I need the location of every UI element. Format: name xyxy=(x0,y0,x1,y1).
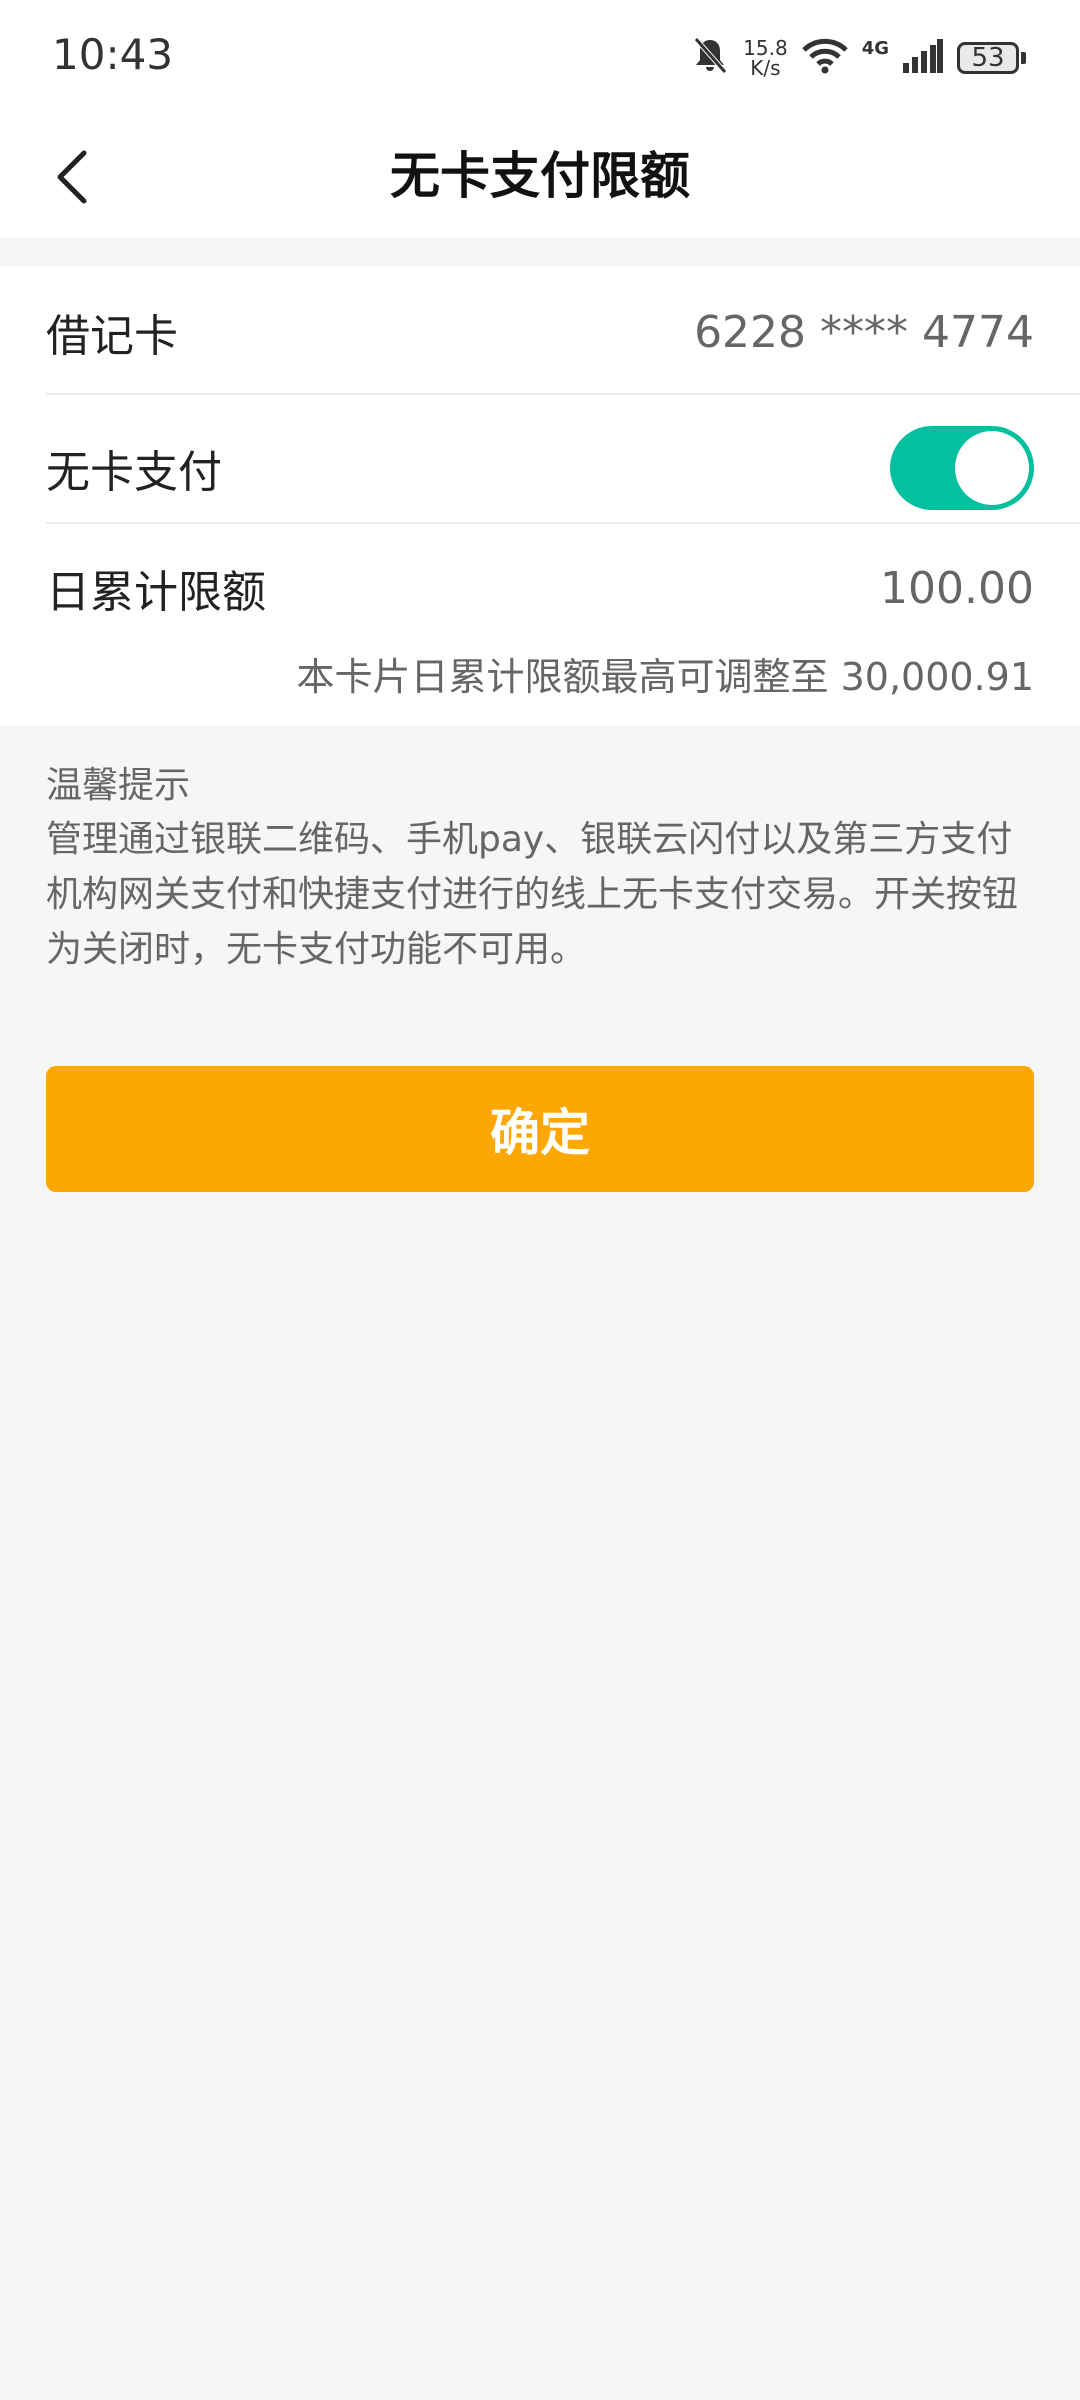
battery-level: 53 xyxy=(957,42,1019,74)
debit-card-row: 借记卡 6228 **** 4774 xyxy=(46,292,1034,372)
status-time: 10:43 xyxy=(52,30,174,79)
divider xyxy=(46,393,1080,395)
signal-icon xyxy=(903,39,943,77)
battery-icon: 53 xyxy=(957,42,1026,74)
status-icons: 15.8 K/s 4G 53 xyxy=(691,34,1026,82)
cardless-pay-label: 无卡支付 xyxy=(46,447,222,498)
net-speed: 15.8 K/s xyxy=(743,36,788,80)
nav-bar: 无卡支付限额 xyxy=(0,116,1080,238)
net-type: 4G xyxy=(861,38,889,59)
divider xyxy=(46,522,1080,524)
cardless-pay-toggle[interactable] xyxy=(890,426,1034,510)
daily-limit-row[interactable]: 日累计限额 100.00 xyxy=(46,548,1034,628)
tips-title: 温馨提示 xyxy=(46,765,191,806)
page-title: 无卡支付限额 xyxy=(390,147,690,205)
toggle-knob xyxy=(955,431,1029,505)
tips-text: 管理通过银联二维码、手机pay、银联云闪付以及第三方支付机构网关支付和快捷支付进… xyxy=(46,819,1019,970)
debit-card-label: 借记卡 xyxy=(46,311,178,362)
wifi-icon xyxy=(801,38,848,78)
daily-limit-label: 日累计限额 xyxy=(46,567,266,618)
confirm-button[interactable]: 确定 xyxy=(46,1066,1034,1192)
status-bar: 10:43 15.8 K/s 4G 53 xyxy=(0,0,1080,116)
limit-hint: 本卡片日累计限额最高可调整至 30,000.91 xyxy=(296,655,1034,699)
bell-off-icon xyxy=(691,36,729,80)
daily-limit-value[interactable]: 100.00 xyxy=(880,563,1034,614)
tips-section: 温馨提示 管理通过银联二维码、手机pay、银联云闪付以及第三方支付机构网关支付和… xyxy=(46,760,1034,977)
cardless-pay-row: 无卡支付 xyxy=(46,420,1034,516)
debit-card-number: 6228 **** 4774 xyxy=(694,306,1034,358)
settings-card: 借记卡 6228 **** 4774 无卡支付 日累计限额 100.00 本卡片… xyxy=(0,266,1080,726)
